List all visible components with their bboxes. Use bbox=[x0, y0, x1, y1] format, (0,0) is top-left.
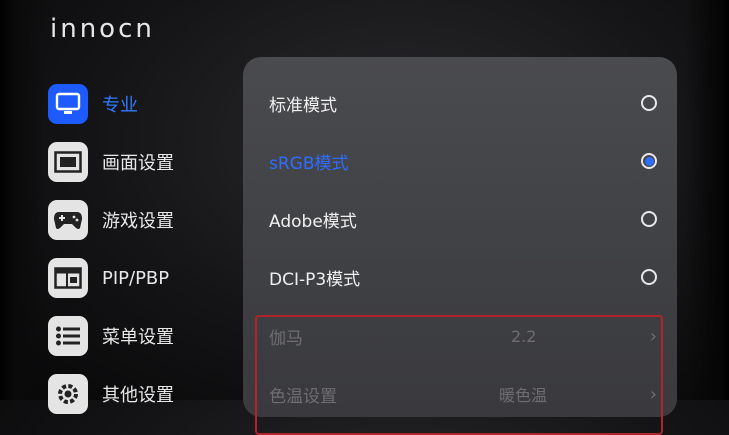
mode-option-dci-p3[interactable]: DCI-P3模式 bbox=[243, 248, 677, 306]
sidebar-item-game[interactable]: 游戏设置 bbox=[48, 198, 238, 242]
mode-option-label: sRGB模式 bbox=[269, 153, 349, 174]
brand-logo: innocn bbox=[50, 14, 155, 44]
sidebar-item-label: 其他设置 bbox=[102, 385, 174, 406]
mode-option-label: Adobe模式 bbox=[269, 211, 357, 232]
radio-button[interactable] bbox=[641, 95, 657, 111]
mode-option-srgb[interactable]: sRGB模式 bbox=[243, 132, 677, 190]
chevron-right-icon: › bbox=[649, 325, 657, 347]
chevron-right-icon: › bbox=[649, 383, 657, 405]
gamma-label: 伽马 bbox=[269, 328, 303, 349]
sidebar-item-other[interactable]: 其他设置 bbox=[48, 372, 238, 416]
sidebar-item-label: 游戏设置 bbox=[102, 211, 174, 232]
gear-icon bbox=[48, 374, 88, 414]
gamma-setting-row[interactable]: 伽马 2.2 › bbox=[243, 307, 677, 365]
color-temp-setting-row[interactable]: 色温设置 暖色温 › bbox=[243, 365, 677, 423]
mode-option-standard[interactable]: 标准模式 bbox=[243, 74, 677, 132]
pip-icon bbox=[48, 258, 88, 298]
options-panel: 标准模式 sRGB模式 Adobe模式 DCI-P3模式 伽马 2.2 › 色温… bbox=[243, 57, 677, 435]
sidebar-item-label: 画面设置 bbox=[102, 153, 174, 174]
color-temp-value: 暖色温 bbox=[499, 386, 548, 405]
radio-button[interactable] bbox=[641, 269, 657, 285]
screen-frame-icon bbox=[48, 142, 88, 182]
gamepad-icon bbox=[48, 200, 88, 240]
menu-list-icon bbox=[48, 316, 88, 356]
sidebar-item-label: 菜单设置 bbox=[102, 327, 174, 348]
gamma-value: 2.2 bbox=[511, 326, 537, 346]
monitor-icon bbox=[48, 84, 88, 124]
sidebar-item-picture[interactable]: 画面设置 bbox=[48, 140, 238, 184]
sidebar-item-label: 专业 bbox=[102, 95, 138, 116]
radio-button[interactable] bbox=[641, 211, 657, 227]
color-temp-label: 色温设置 bbox=[269, 386, 337, 407]
mode-option-label: DCI-P3模式 bbox=[269, 269, 361, 290]
radio-dot bbox=[644, 156, 654, 166]
sidebar-item-professional[interactable]: 专业 bbox=[48, 82, 238, 126]
sidebar-item-pip[interactable]: PIP/PBP bbox=[48, 256, 238, 300]
radio-button-checked[interactable] bbox=[641, 153, 657, 169]
mode-option-label: 标准模式 bbox=[269, 95, 337, 116]
mode-option-adobe[interactable]: Adobe模式 bbox=[243, 190, 677, 248]
sidebar-item-label: PIP/PBP bbox=[102, 267, 170, 289]
sidebar-item-menu[interactable]: 菜单设置 bbox=[48, 314, 238, 358]
